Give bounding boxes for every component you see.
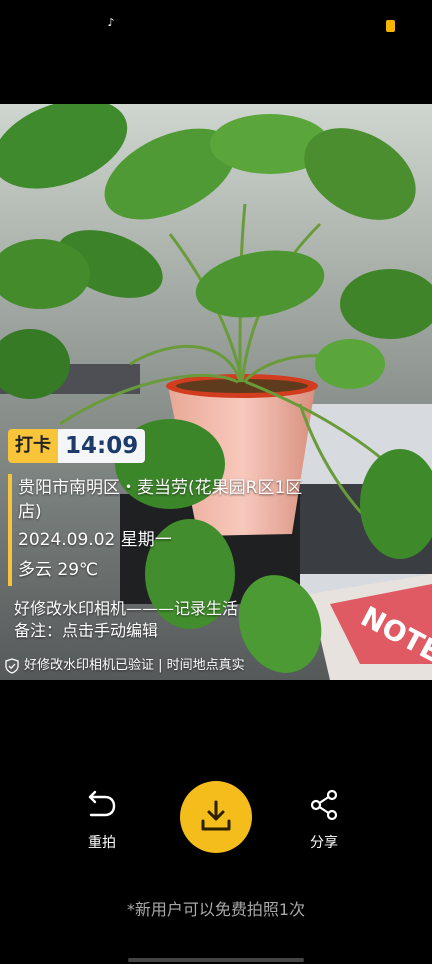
share-icon: [310, 789, 338, 821]
slogan-line: 好修改水印相机———记录生活: [14, 599, 239, 618]
weather-line: 多云 29℃: [18, 560, 99, 580]
note-line[interactable]: 备注：点击手动编辑: [14, 620, 158, 642]
home-indicator[interactable]: [128, 958, 304, 962]
checkin-badge[interactable]: 打卡 14:09: [8, 429, 146, 463]
watermark-accent-bar: [8, 474, 12, 586]
download-icon: [201, 800, 231, 831]
battery-icon: [386, 20, 395, 32]
plant-photo: NOTE: [0, 104, 432, 680]
checkin-tag: 打卡: [8, 429, 58, 463]
location-line-2: 店): [18, 502, 42, 522]
verify-row: 好修改水印相机已验证 | 时间地点真实: [4, 656, 245, 676]
status-bar: ♪: [0, 0, 432, 52]
download-button[interactable]: [180, 781, 252, 853]
share-label: 分享: [310, 835, 338, 851]
tiktok-icon: ♪: [107, 16, 115, 29]
location-line-1: 贵阳市南明区・麦当劳(花果园R区1区: [18, 478, 303, 498]
shield-icon: [5, 658, 19, 674]
undo-icon: [88, 790, 116, 817]
verify-text: 好修改水印相机已验证 | 时间地点真实: [24, 658, 245, 673]
free-photo-note: *新用户可以免费拍照1次: [126, 900, 306, 919]
checkin-time: 14:09: [58, 429, 146, 463]
share-button[interactable]: 分享: [296, 788, 352, 852]
photo-preview: NOTE: [0, 104, 432, 680]
date-line: 2024.09.02 星期一: [18, 530, 172, 550]
retake-button[interactable]: 重拍: [74, 788, 130, 852]
retake-label: 重拍: [88, 835, 116, 851]
